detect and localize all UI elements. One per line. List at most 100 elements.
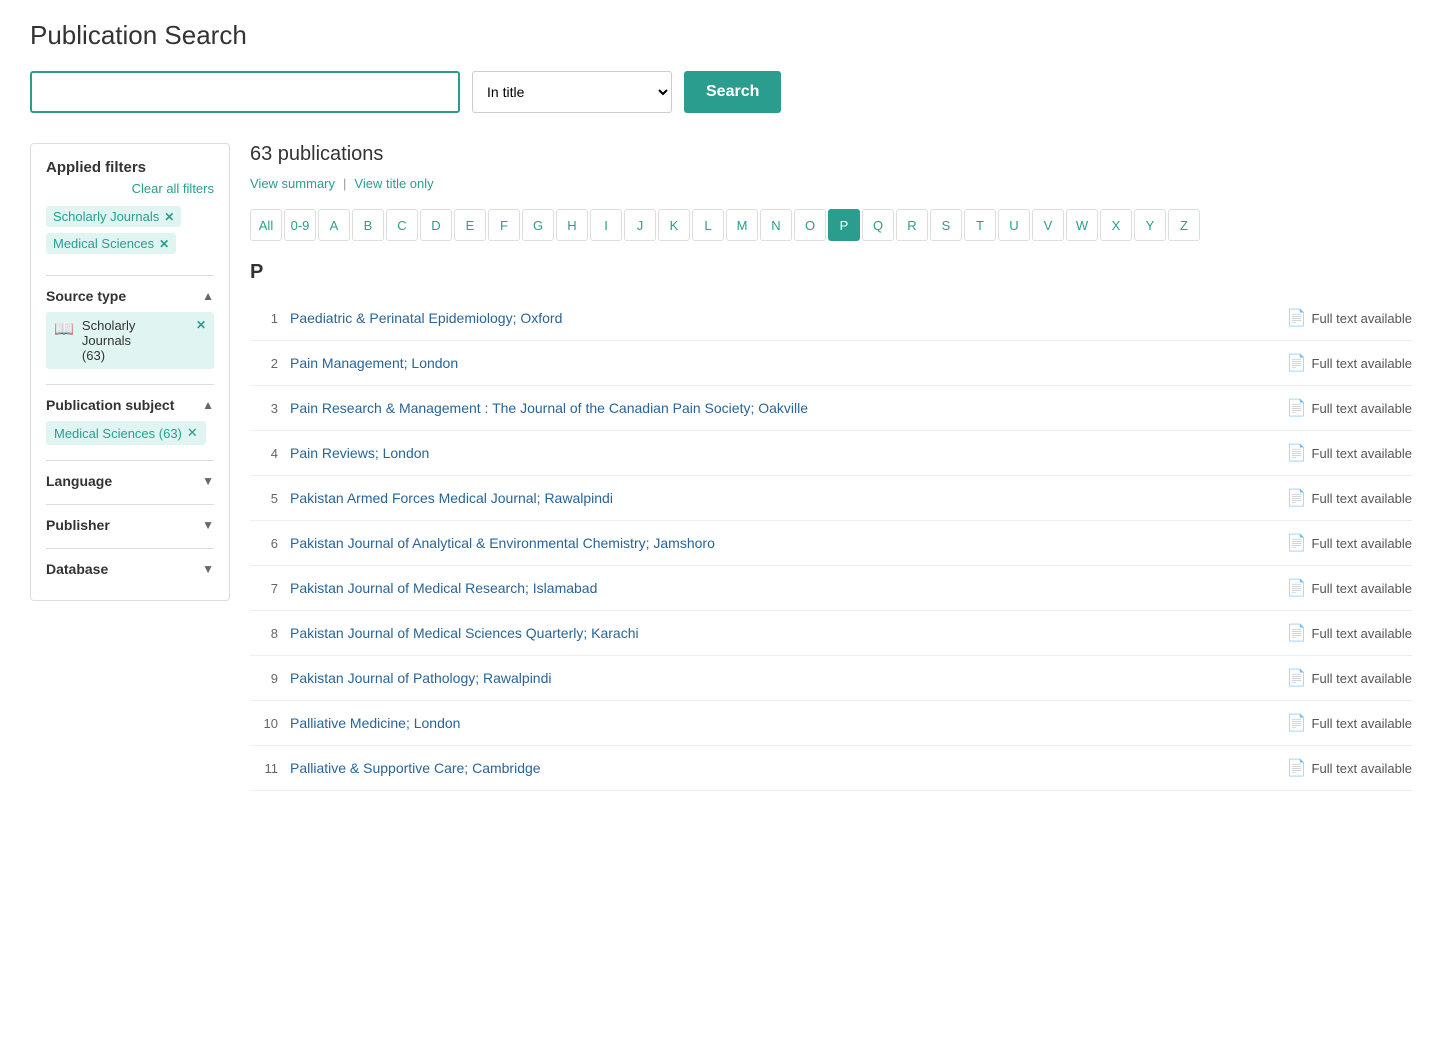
result-title-link[interactable]: Pain Reviews; London bbox=[290, 445, 1275, 461]
alpha-btn-z[interactable]: Z bbox=[1168, 209, 1200, 241]
alpha-btn-n[interactable]: N bbox=[760, 209, 792, 241]
view-separator: | bbox=[343, 176, 346, 191]
alpha-btn-u[interactable]: U bbox=[998, 209, 1030, 241]
document-icon: 📄 bbox=[1287, 758, 1307, 778]
full-text-label: Full text available bbox=[1312, 446, 1412, 461]
language-header[interactable]: Language ▼ bbox=[46, 473, 214, 489]
table-row: 11Palliative & Supportive Care; Cambridg… bbox=[250, 746, 1412, 791]
remove-source-type-icon[interactable]: ✕ bbox=[196, 318, 206, 332]
alpha-btn-w[interactable]: W bbox=[1066, 209, 1098, 241]
alpha-btn-x[interactable]: X bbox=[1100, 209, 1132, 241]
sidebar-section-language: Language ▼ bbox=[46, 460, 214, 489]
alpha-btn-s[interactable]: S bbox=[930, 209, 962, 241]
table-row: 6Pakistan Journal of Analytical & Enviro… bbox=[250, 521, 1412, 566]
section-letter: P bbox=[250, 261, 1412, 284]
alpha-btn-o[interactable]: O bbox=[794, 209, 826, 241]
result-title-link[interactable]: Pakistan Armed Forces Medical Journal; R… bbox=[290, 490, 1275, 506]
full-text-badge: 📄Full text available bbox=[1287, 758, 1412, 778]
alpha-btn-i[interactable]: I bbox=[590, 209, 622, 241]
publication-subject-header[interactable]: Publication subject ▲ bbox=[46, 397, 214, 413]
alpha-btn-h[interactable]: H bbox=[556, 209, 588, 241]
database-chevron-down-icon: ▼ bbox=[202, 562, 214, 576]
document-icon: 📄 bbox=[1287, 308, 1307, 328]
alpha-btn-0-9[interactable]: 0-9 bbox=[284, 209, 316, 241]
result-number: 9 bbox=[250, 671, 278, 686]
database-header[interactable]: Database ▼ bbox=[46, 561, 214, 577]
table-row: 10Palliative Medicine; London📄Full text … bbox=[250, 701, 1412, 746]
source-type-item-label: Scholarly Journals(63) bbox=[82, 318, 188, 363]
document-icon: 📄 bbox=[1287, 353, 1307, 373]
alpha-btn-q[interactable]: Q bbox=[862, 209, 894, 241]
page-title: Publication Search bbox=[30, 20, 1412, 51]
full-text-label: Full text available bbox=[1312, 401, 1412, 416]
document-icon: 📄 bbox=[1287, 713, 1307, 733]
alpha-btn-j[interactable]: J bbox=[624, 209, 656, 241]
remove-scholarly-journals-icon[interactable]: ✕ bbox=[164, 210, 174, 224]
active-filter-tags: Scholarly Journals ✕ Medical Sciences ✕ bbox=[46, 206, 214, 260]
alpha-btn-l[interactable]: L bbox=[692, 209, 724, 241]
alpha-btn-a[interactable]: A bbox=[318, 209, 350, 241]
subject-tag-label: Medical Sciences (63) bbox=[54, 426, 182, 441]
alpha-btn-m[interactable]: M bbox=[726, 209, 758, 241]
result-title-link[interactable]: Pakistan Journal of Pathology; Rawalpind… bbox=[290, 670, 1275, 686]
alpha-btn-y[interactable]: Y bbox=[1134, 209, 1166, 241]
alpha-btn-p[interactable]: P bbox=[828, 209, 860, 241]
alpha-btn-r[interactable]: R bbox=[896, 209, 928, 241]
result-title-link[interactable]: Pain Management; London bbox=[290, 355, 1275, 371]
result-title-link[interactable]: Pain Research & Management : The Journal… bbox=[290, 400, 1275, 416]
search-field-select[interactable]: In title In full text In subject bbox=[472, 71, 672, 113]
result-number: 5 bbox=[250, 491, 278, 506]
language-chevron-down-icon: ▼ bbox=[202, 474, 214, 488]
clear-all-filters-link[interactable]: Clear all filters bbox=[46, 181, 214, 196]
result-title-link[interactable]: Pakistan Journal of Analytical & Environ… bbox=[290, 535, 1275, 551]
view-options: View summary | View title only bbox=[250, 176, 1412, 191]
full-text-label: Full text available bbox=[1312, 311, 1412, 326]
publisher-title: Publisher bbox=[46, 517, 110, 533]
result-number: 10 bbox=[250, 716, 278, 731]
result-title-link[interactable]: Pakistan Journal of Medical Sciences Qua… bbox=[290, 625, 1275, 641]
full-text-label: Full text available bbox=[1312, 536, 1412, 551]
publisher-header[interactable]: Publisher ▼ bbox=[46, 517, 214, 533]
result-title-link[interactable]: Palliative & Supportive Care; Cambridge bbox=[290, 760, 1275, 776]
document-icon: 📄 bbox=[1287, 488, 1307, 508]
alpha-btn-g[interactable]: G bbox=[522, 209, 554, 241]
document-icon: 📄 bbox=[1287, 578, 1307, 598]
alpha-btn-t[interactable]: T bbox=[964, 209, 996, 241]
result-title-link[interactable]: Pakistan Journal of Medical Research; Is… bbox=[290, 580, 1275, 596]
full-text-badge: 📄 Full text available bbox=[1287, 443, 1412, 463]
view-title-only-link[interactable]: View title only bbox=[354, 176, 433, 191]
publication-subject-title: Publication subject bbox=[46, 397, 174, 413]
result-title-link[interactable]: Paediatric & Perinatal Epidemiology; Oxf… bbox=[290, 310, 1275, 326]
results-list: 1Paediatric & Perinatal Epidemiology; Ox… bbox=[250, 296, 1412, 791]
full-text-label: Full text available bbox=[1312, 626, 1412, 641]
source-type-header[interactable]: Source type ▲ bbox=[46, 288, 214, 304]
search-button[interactable]: Search bbox=[684, 71, 781, 113]
full-text-label: Full text available bbox=[1312, 491, 1412, 506]
full-text-badge: 📄 Full text available bbox=[1287, 308, 1412, 328]
source-type-scholarly-journals-item[interactable]: 📖 Scholarly Journals(63) ✕ bbox=[46, 312, 214, 369]
alpha-btn-c[interactable]: C bbox=[386, 209, 418, 241]
alpha-btn-e[interactable]: E bbox=[454, 209, 486, 241]
remove-subject-icon[interactable]: ✕ bbox=[187, 425, 198, 441]
view-summary-link[interactable]: View summary bbox=[250, 176, 335, 191]
alpha-btn-v[interactable]: V bbox=[1032, 209, 1064, 241]
result-number: 8 bbox=[250, 626, 278, 641]
alpha-btn-b[interactable]: B bbox=[352, 209, 384, 241]
alpha-btn-d[interactable]: D bbox=[420, 209, 452, 241]
sidebar: Applied filters Clear all filters Schola… bbox=[30, 143, 230, 601]
subject-tag-medical-sciences[interactable]: Medical Sciences (63) ✕ bbox=[46, 421, 206, 445]
alpha-btn-k[interactable]: K bbox=[658, 209, 690, 241]
search-input[interactable] bbox=[30, 71, 460, 113]
applied-filters-title: Applied filters bbox=[46, 159, 214, 176]
document-icon: 📄 bbox=[1287, 443, 1307, 463]
full-text-label: Full text available bbox=[1312, 671, 1412, 686]
result-title-link[interactable]: Palliative Medicine; London bbox=[290, 715, 1275, 731]
alpha-btn-all[interactable]: All bbox=[250, 209, 282, 241]
document-icon: 📄 bbox=[1287, 668, 1307, 688]
remove-medical-sciences-icon[interactable]: ✕ bbox=[159, 237, 169, 251]
main-layout: Applied filters Clear all filters Schola… bbox=[30, 143, 1412, 791]
alpha-btn-f[interactable]: F bbox=[488, 209, 520, 241]
sidebar-section-publisher: Publisher ▼ bbox=[46, 504, 214, 533]
sidebar-section-source-type: Source type ▲ 📖 Scholarly Journals(63) ✕ bbox=[46, 275, 214, 369]
table-row: 2Pain Management; London📄Full text avail… bbox=[250, 341, 1412, 386]
